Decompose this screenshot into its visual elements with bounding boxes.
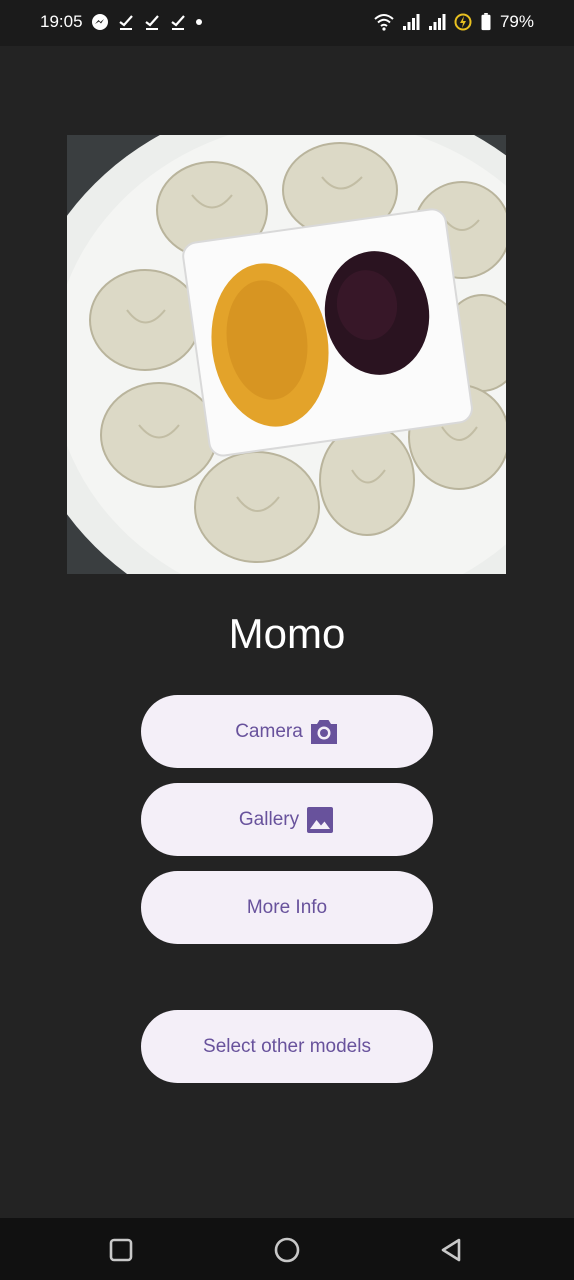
data-saver-icon [454, 13, 472, 31]
back-icon[interactable] [437, 1235, 467, 1265]
app-screen: 19:05 79% Momo Camera Gallery More Info … [0, 0, 574, 1280]
battery-percentage: 79% [499, 12, 534, 31]
more-info-button[interactable]: More Info [141, 871, 433, 944]
prediction-image [67, 135, 506, 574]
status-left: 19:05 [40, 12, 203, 32]
gallery-button[interactable]: Gallery [141, 783, 433, 856]
battery-icon [481, 13, 491, 31]
status-time: 19:05 [40, 12, 83, 31]
check-icon [170, 15, 185, 30]
camera-icon [310, 719, 337, 744]
select-models-button[interactable]: Select other models [141, 1010, 433, 1083]
gallery-icon [307, 806, 334, 833]
prediction-label: Momo [228, 610, 346, 657]
wifi-icon [374, 14, 394, 31]
camera-button[interactable]: Camera [141, 695, 433, 768]
more-info-button-label: More Info [246, 896, 328, 918]
home-icon[interactable] [272, 1235, 302, 1265]
recents-icon[interactable] [106, 1235, 136, 1265]
navigation-bar [0, 1218, 574, 1280]
check-icon [144, 15, 159, 30]
dot-icon [195, 19, 202, 25]
gallery-button-label: Gallery [238, 808, 300, 830]
status-bar: 19:05 79% [0, 0, 574, 46]
select-models-button-label: Select other models [203, 1035, 371, 1057]
status-right: 79% [374, 12, 534, 32]
check-icon [118, 15, 133, 30]
camera-button-label: Camera [235, 720, 303, 742]
signal-icon [402, 14, 420, 30]
signal-icon [428, 14, 446, 30]
messenger-icon [91, 14, 108, 30]
